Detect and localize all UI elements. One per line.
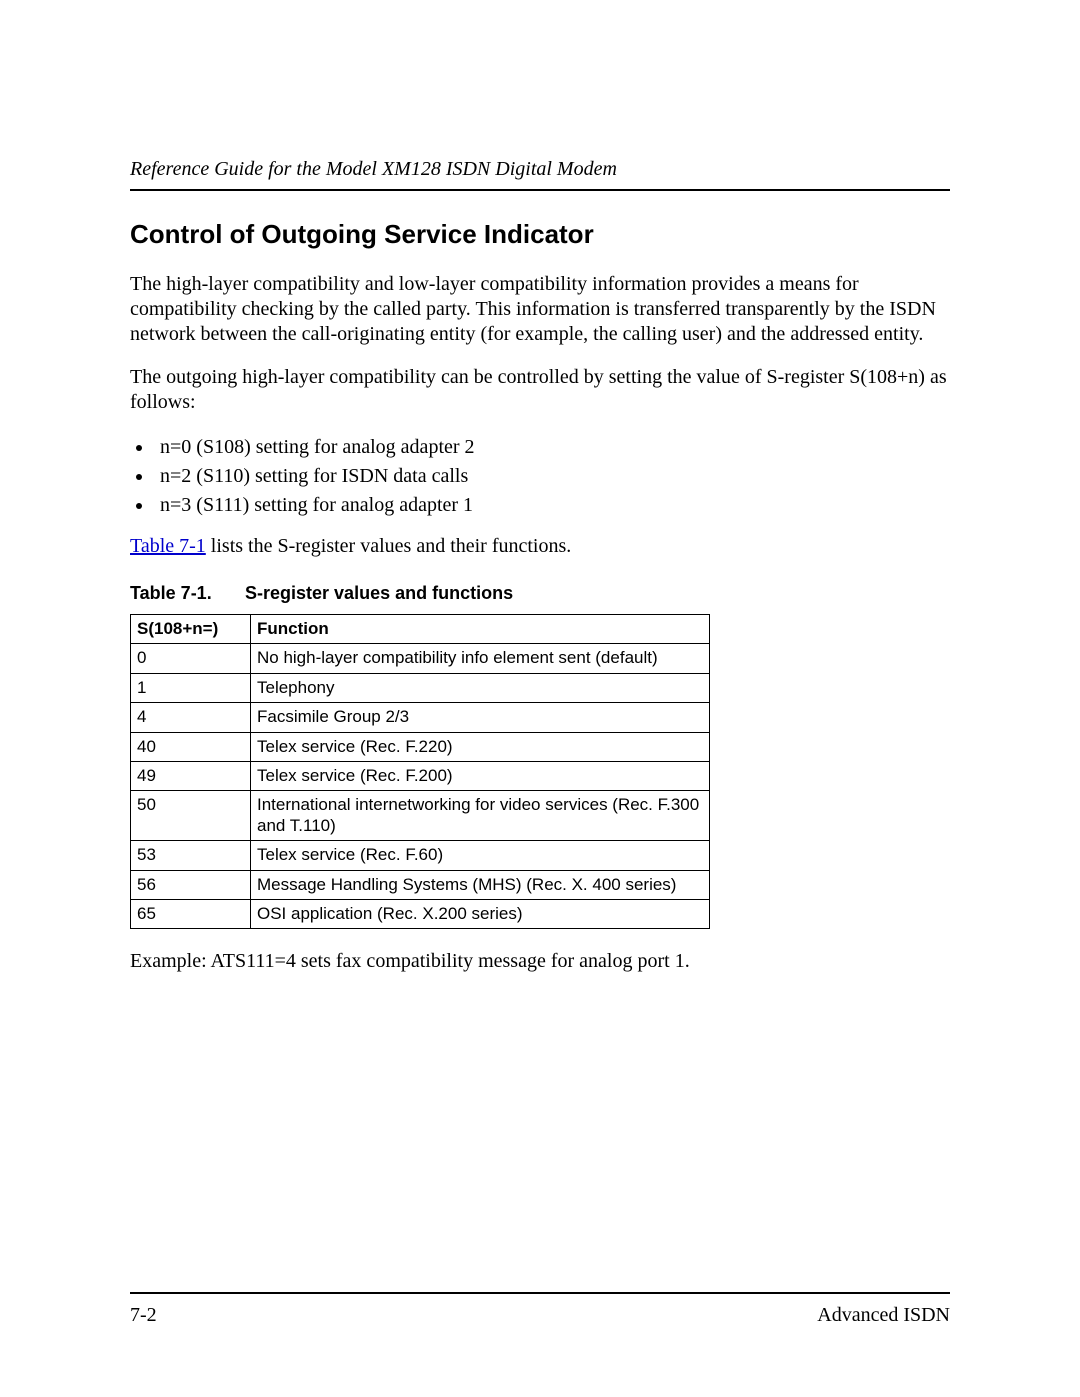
table-cell-value: 49 xyxy=(131,761,251,790)
paragraph-intro: The high-layer compatibility and low-lay… xyxy=(130,272,950,347)
table-row: 53 Telex service (Rec. F.60) xyxy=(131,841,710,870)
table-row: 65 OSI application (Rec. X.200 series) xyxy=(131,899,710,928)
table-reference-link[interactable]: Table 7-1 xyxy=(130,535,206,557)
table-cell-function: International internetworking for video … xyxy=(251,791,710,841)
page-number: 7-2 xyxy=(130,1304,157,1327)
table-row: 4 Facsimile Group 2/3 xyxy=(131,703,710,732)
table-row: 56 Message Handling Systems (MHS) (Rec. … xyxy=(131,870,710,899)
example-paragraph: Example: ATS111=4 sets fax compatibility… xyxy=(130,949,950,974)
table-caption-label: Table 7-1. xyxy=(130,583,240,604)
bullet-item: n=0 (S108) setting for analog adapter 2 xyxy=(154,433,950,462)
table-cell-value: 40 xyxy=(131,732,251,761)
footer-section-name: Advanced ISDN xyxy=(817,1304,950,1327)
table-cell-function: Telex service (Rec. F.200) xyxy=(251,761,710,790)
table-row: 50 International internetworking for vid… xyxy=(131,791,710,841)
table-cell-function: Telex service (Rec. F.60) xyxy=(251,841,710,870)
table-cell-function: Facsimile Group 2/3 xyxy=(251,703,710,732)
table-row: 0 No high-layer compatibility info eleme… xyxy=(131,644,710,673)
table-cell-value: 65 xyxy=(131,899,251,928)
table-cell-function: OSI application (Rec. X.200 series) xyxy=(251,899,710,928)
table-caption-title: S-register values and functions xyxy=(245,583,513,603)
page-footer: 7-2 Advanced ISDN xyxy=(130,1292,950,1327)
table-cell-value: 1 xyxy=(131,673,251,702)
table-header-col2: Function xyxy=(251,615,710,644)
table-caption: Table 7-1. S-register values and functio… xyxy=(130,583,950,604)
paragraph-sregister: The outgoing high-layer compatibility ca… xyxy=(130,365,950,415)
table-header-row: S(108+n=) Function xyxy=(131,615,710,644)
bullet-list: n=0 (S108) setting for analog adapter 2 … xyxy=(130,433,950,520)
table-row: 40 Telex service (Rec. F.220) xyxy=(131,732,710,761)
table-cell-value: 0 xyxy=(131,644,251,673)
table-cell-value: 53 xyxy=(131,841,251,870)
table-row: 1 Telephony xyxy=(131,673,710,702)
sregister-table: S(108+n=) Function 0 No high-layer compa… xyxy=(130,614,710,929)
table-header-col1: S(108+n=) xyxy=(131,615,251,644)
page: Reference Guide for the Model XM128 ISDN… xyxy=(0,0,1080,1397)
section-heading: Control of Outgoing Service Indicator xyxy=(130,219,950,250)
table-cell-function: No high-layer compatibility info element… xyxy=(251,644,710,673)
table-reference-sentence: Table 7-1 lists the S-register values an… xyxy=(130,534,950,559)
table-row: 49 Telex service (Rec. F.200) xyxy=(131,761,710,790)
table-cell-function: Telex service (Rec. F.220) xyxy=(251,732,710,761)
table-cell-value: 4 xyxy=(131,703,251,732)
table-cell-function: Message Handling Systems (MHS) (Rec. X. … xyxy=(251,870,710,899)
running-header: Reference Guide for the Model XM128 ISDN… xyxy=(130,158,950,191)
bullet-item: n=2 (S110) setting for ISDN data calls xyxy=(154,462,950,491)
table-cell-function: Telephony xyxy=(251,673,710,702)
table-reference-rest: lists the S-register values and their fu… xyxy=(206,535,571,557)
table-cell-value: 56 xyxy=(131,870,251,899)
table-cell-value: 50 xyxy=(131,791,251,841)
bullet-item: n=3 (S111) setting for analog adapter 1 xyxy=(154,491,950,520)
